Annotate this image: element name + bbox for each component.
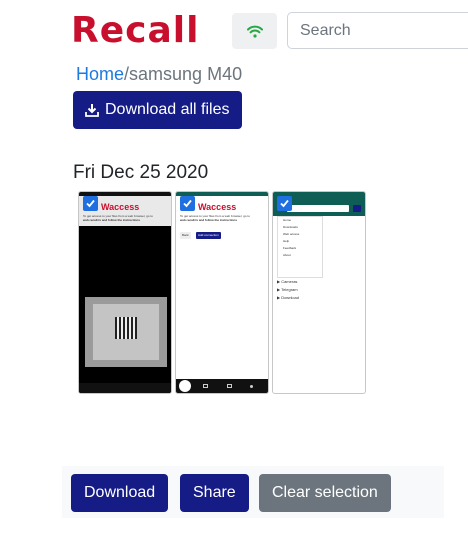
screenshot-thumbnail[interactable]: Home Downloads Web access Help Feedback … xyxy=(272,191,366,394)
share-button[interactable]: Share xyxy=(180,474,249,512)
breadcrumb-home-link[interactable]: Home xyxy=(76,64,124,84)
download-all-button[interactable]: Download all files xyxy=(73,91,242,129)
screenshot-thumbnail[interactable]: Waccess To get access to your files from… xyxy=(78,191,172,394)
selection-checkbox[interactable] xyxy=(180,196,195,211)
breadcrumb: Home/samsung M40 xyxy=(76,63,242,85)
checkmark-icon xyxy=(280,199,289,208)
download-all-label: Download all files xyxy=(105,101,230,118)
app-logo[interactable]: Recall xyxy=(71,8,199,54)
thumb-back-button: Back xyxy=(180,232,191,239)
wifi-button[interactable] xyxy=(232,13,277,49)
screenshot-thumbnail[interactable]: Waccess To get access to your files from… xyxy=(175,191,269,394)
download-icon xyxy=(85,104,99,117)
selection-checkbox[interactable] xyxy=(277,196,292,211)
download-button[interactable]: Download xyxy=(71,474,169,512)
group-date: Fri Dec 25 2020 xyxy=(73,162,209,183)
checkmark-icon xyxy=(86,199,95,208)
breadcrumb-current: samsung M40 xyxy=(129,64,243,84)
thumb-title: Waccess xyxy=(101,202,140,212)
thumb-add-button: Add connection xyxy=(196,232,221,239)
thumb-title: Waccess xyxy=(198,202,237,212)
checkmark-icon xyxy=(183,199,192,208)
selection-checkbox[interactable] xyxy=(83,196,98,211)
search-input[interactable] xyxy=(287,12,468,49)
wifi-icon xyxy=(246,25,263,38)
clear-selection-button[interactable]: Clear selection xyxy=(259,474,391,512)
